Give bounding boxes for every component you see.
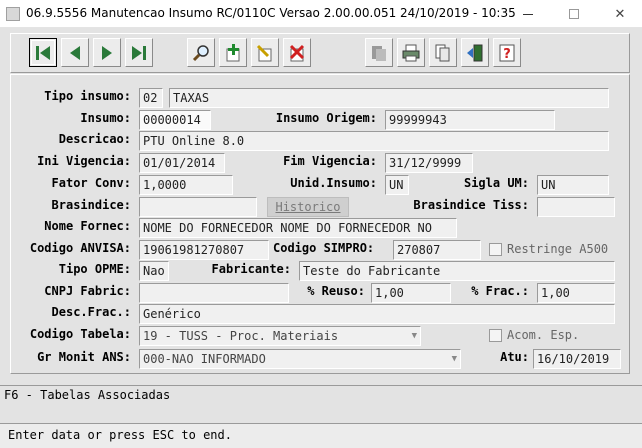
ini-vigencia-field[interactable]: 01/01/2014 <box>139 153 225 173</box>
insumo-label: Insumo: <box>80 111 131 125</box>
client-area: ? Tipo insumo: 02 TAXAS Insumo: 00000014… <box>0 28 642 448</box>
delete-button[interactable] <box>283 38 311 67</box>
gr-monit-ans-select[interactable]: 000-NAO INFORMADO ▼ <box>139 349 461 369</box>
codigo-anvisa-label: Codigo ANVISA: <box>29 241 131 255</box>
desc-frac-field[interactable]: Genérico <box>139 304 615 324</box>
add-icon <box>226 43 240 61</box>
brasindice-label: Brasindice: <box>51 198 131 212</box>
maximize-button[interactable] <box>552 0 596 28</box>
reuso-label: % Reuso: <box>307 284 365 298</box>
hint-bar: F6 - Tabelas Associadas <box>0 385 642 423</box>
codigo-simpro-field[interactable]: 270807 <box>393 240 481 260</box>
codigo-anvisa-field[interactable]: 19061981270807 <box>139 240 269 260</box>
nome-fornec-field[interactable]: NOME DO FORNECEDOR NOME DO FORNECEDOR NO <box>139 218 457 238</box>
nome-fornec-label: Nome Fornec: <box>44 219 131 233</box>
svg-text:?: ? <box>503 47 511 62</box>
codigo-tabela-value: 19 - TUSS - Proc. Materiais <box>143 329 339 343</box>
form-panel: Tipo insumo: 02 TAXAS Insumo: 00000014 I… <box>10 74 630 374</box>
frac-field[interactable]: 1,00 <box>537 283 615 303</box>
edit-button[interactable] <box>251 38 279 67</box>
next-record-icon <box>102 45 112 60</box>
tipo-opme-label: Tipo OPME: <box>58 262 131 276</box>
search-button[interactable] <box>187 38 215 67</box>
help-button[interactable]: ? <box>493 38 521 67</box>
cnpj-fabric-label: CNPJ Fabric: <box>44 284 131 298</box>
edit-icon <box>256 44 272 61</box>
title-bar: 06.9.5556 Manutencao Insumo RC/0110C Ver… <box>0 0 642 28</box>
tipo-opme-field[interactable]: Nao <box>139 261 169 281</box>
historico-button[interactable]: Historico <box>267 197 349 217</box>
restringe-checkbox[interactable] <box>489 243 502 256</box>
ini-vigencia-label: Ini Vigencia: <box>37 154 131 168</box>
atu-field[interactable]: 16/10/2019 <box>533 349 621 369</box>
sigla-um-field[interactable]: UN <box>537 175 609 195</box>
maximize-icon <box>569 9 579 19</box>
codigo-tabela-select[interactable]: 19 - TUSS - Proc. Materiais ▼ <box>139 326 421 346</box>
tipo-insumo-desc-field: TAXAS <box>169 88 609 108</box>
brasindice-field[interactable] <box>139 197 257 217</box>
hint-text: F6 - Tabelas Associadas <box>4 388 171 402</box>
toolbar: ? <box>10 33 630 73</box>
app-icon <box>6 7 20 21</box>
copy-button[interactable] <box>365 38 393 67</box>
unid-insumo-field[interactable]: UN <box>385 175 409 195</box>
fim-vigencia-field[interactable]: 31/12/9999 <box>385 153 473 173</box>
delete-icon <box>289 44 305 61</box>
previous-record-button[interactable] <box>61 38 89 67</box>
print-button[interactable] <box>397 38 425 67</box>
brasindice-tiss-label: Brasindice Tiss: <box>413 198 529 212</box>
last-record-button[interactable] <box>125 38 153 67</box>
restringe-label: Restringe A500 <box>507 242 609 256</box>
next-record-button[interactable] <box>93 38 121 67</box>
search-icon <box>192 44 209 61</box>
frac-label: % Frac.: <box>471 284 529 298</box>
gr-monit-ans-label: Gr Monit ANS: <box>37 350 131 364</box>
help-icon: ? <box>499 44 515 62</box>
last-record-icon <box>132 45 146 60</box>
window-title: 06.9.5556 Manutencao Insumo RC/0110C Ver… <box>26 6 516 20</box>
atu-label: Atu: <box>500 350 529 364</box>
insumo-origem-label: Insumo Origem: <box>275 111 377 125</box>
add-button[interactable] <box>219 38 247 67</box>
message-text: Enter data or press ESC to end. <box>8 428 232 442</box>
acom-esp-label: Acom. Esp. <box>507 328 580 342</box>
tipo-insumo-code-field[interactable]: 02 <box>139 88 163 108</box>
first-record-icon <box>36 45 50 60</box>
insumo-origem-field[interactable]: 99999943 <box>385 110 555 130</box>
print-icon <box>402 44 420 61</box>
copy-icon <box>372 45 386 61</box>
brasindice-tiss-field[interactable] <box>537 197 615 217</box>
first-record-button[interactable] <box>29 38 57 67</box>
reuso-field[interactable]: 1,00 <box>371 283 451 303</box>
minimize-button[interactable] <box>506 0 550 28</box>
duplicate-icon <box>435 44 450 61</box>
insumo-field[interactable]: 00000014 <box>139 110 211 130</box>
cnpj-fabric-field[interactable] <box>139 283 289 303</box>
minimize-icon <box>523 13 533 15</box>
desc-frac-label: Desc.Frac.: <box>51 305 131 319</box>
sigla-um-label: Sigla UM: <box>463 176 529 190</box>
unid-insumo-label: Unid.Insumo: <box>290 176 377 190</box>
chevron-down-icon: ▼ <box>411 331 417 341</box>
duplicate-button[interactable] <box>429 38 457 67</box>
chevron-down-icon: ▼ <box>451 354 457 364</box>
descricao-field[interactable]: PTU Online 8.0 <box>139 131 609 151</box>
exit-button[interactable] <box>461 38 489 67</box>
gr-monit-ans-value: 000-NAO INFORMADO <box>143 352 266 366</box>
codigo-tabela-label: Codigo Tabela: <box>29 327 131 341</box>
fator-conv-label: Fator Conv: <box>51 176 131 190</box>
fabricante-label: Fabricante: <box>211 262 291 276</box>
message-bar: Enter data or press ESC to end. <box>0 423 642 448</box>
fator-conv-field[interactable]: 1,0000 <box>139 175 233 195</box>
codigo-simpro-label: Codigo SIMPRO: <box>273 241 375 255</box>
fabricante-field[interactable]: Teste do Fabricante <box>299 261 615 281</box>
fim-vigencia-label: Fim Vigencia: <box>283 154 377 168</box>
close-button[interactable]: ✕ <box>598 0 642 28</box>
exit-icon <box>467 44 483 61</box>
previous-record-icon <box>70 45 80 60</box>
tipo-insumo-label: Tipo insumo: <box>44 89 131 103</box>
descricao-label: Descricao: <box>58 132 131 146</box>
acom-esp-checkbox[interactable] <box>489 329 502 342</box>
